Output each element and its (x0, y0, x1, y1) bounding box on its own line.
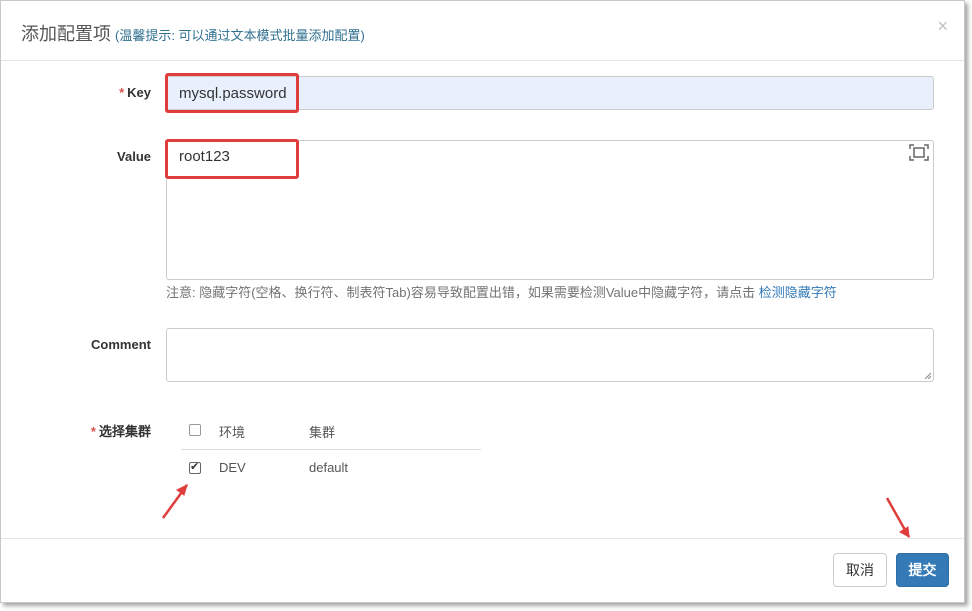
table-divider (181, 449, 481, 450)
modal-title-text: 添加配置项 (21, 24, 111, 44)
key-label: * Key (119, 85, 151, 100)
env-column-header: 环境 (219, 425, 246, 440)
cancel-button[interactable]: 取消 (833, 553, 887, 587)
cluster-label: * 选择集群 (90, 424, 151, 439)
hidden-char-note: 注意: 隐藏字符(空格、换行符、制表符Tab)容易导致配置出错，如果需要检测Va… (166, 285, 837, 300)
comment-label: Comment (91, 337, 151, 352)
annotation-arrow-submit (885, 497, 911, 538)
modal-title: 添加配置项 (温馨提示: 可以通过文本模式批量添加配置) (21, 20, 365, 46)
submit-button[interactable]: 提交 (896, 553, 949, 587)
fullscreen-icon[interactable] (909, 144, 929, 161)
value-label: Value (117, 149, 151, 164)
comment-textarea[interactable] (166, 328, 934, 382)
value-highlight-box (165, 139, 299, 179)
modal-hint: (温馨提示: 可以通过文本模式批量添加配置) (115, 28, 365, 43)
detect-hidden-chars-link[interactable]: 检测隐藏字符 (759, 285, 837, 300)
required-mark: * (119, 85, 125, 100)
env-cell: DEV (219, 460, 246, 475)
cluster-cell: default (309, 460, 349, 475)
key-highlight-box (165, 73, 299, 113)
modal-header: 添加配置项 (温馨提示: 可以通过文本模式批量添加配置) × (1, 1, 964, 61)
add-config-modal: 添加配置项 (温馨提示: 可以通过文本模式批量添加配置) × * Key mysql… (0, 0, 965, 603)
annotation-arrow-checkbox (161, 484, 189, 519)
select-all-checkbox[interactable] (189, 424, 201, 436)
resize-handle-icon[interactable] (923, 371, 931, 379)
cluster-column-header: 集群 (309, 425, 336, 440)
modal-footer-divider (1, 538, 964, 539)
close-icon[interactable]: × (937, 17, 948, 35)
dev-default-checkbox[interactable] (189, 460, 201, 474)
